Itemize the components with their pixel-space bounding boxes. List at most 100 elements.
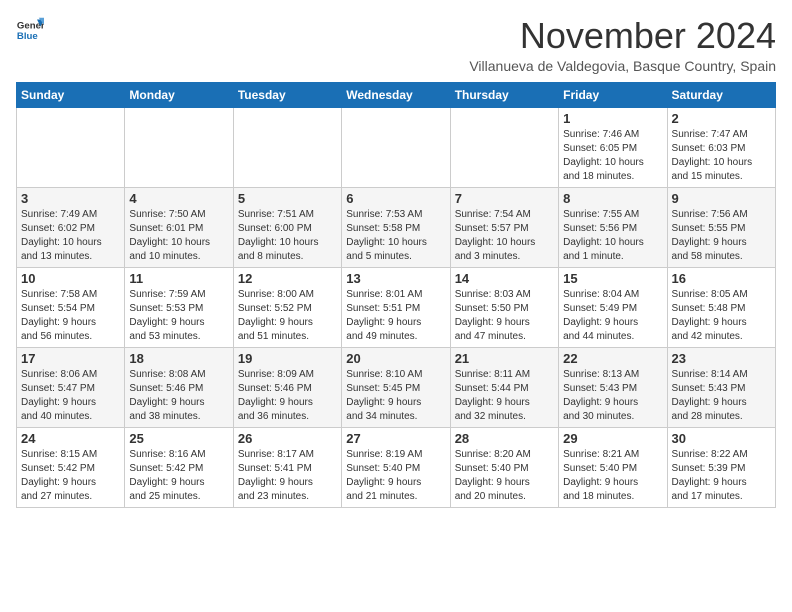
day-cell	[342, 107, 450, 187]
day-number: 10	[21, 271, 120, 286]
day-cell	[17, 107, 125, 187]
day-cell: 5 Sunrise: 7:51 AMSunset: 6:00 PMDaylight…	[233, 187, 341, 267]
day-number: 6	[346, 191, 445, 206]
day-info: Sunrise: 8:20 AMSunset: 5:40 PMDaylight:…	[455, 448, 554, 504]
day-number: 24	[21, 431, 120, 446]
day-cell: 1Sunrise: 7:46 AMSunset: 6:05 PMDaylight…	[559, 107, 667, 187]
svg-text:Blue: Blue	[17, 31, 38, 42]
day-number: 23	[672, 351, 771, 366]
page-header: General Blue November 2024 Villanueva de…	[16, 16, 776, 74]
day-info: Sunrise: 7:59 AMSunset: 5:53 PMDaylight:…	[129, 288, 228, 344]
day-number: 13	[346, 271, 445, 286]
day-number: 20	[346, 351, 445, 366]
weekday-friday: Friday	[559, 82, 667, 107]
day-cell: 8Sunrise: 7:55 AMSunset: 5:56 PMDaylight…	[559, 187, 667, 267]
week-row-4: 17 Sunrise: 8:06 AMSunset: 5:47 PMDayligh…	[17, 347, 776, 427]
day-number: 19	[238, 351, 337, 366]
day-number: 3	[21, 191, 120, 206]
day-number: 9	[672, 191, 771, 206]
day-cell: 23 Sunrise: 8:14 AMSunset: 5:43 PMDayligh…	[667, 347, 775, 427]
day-info: Sunrise: 8:01 AMSunset: 5:51 PMDaylight:…	[346, 288, 445, 344]
day-info: Sunrise: 7:56 AMSunset: 5:55 PMDaylight:…	[672, 208, 771, 264]
day-info: Sunrise: 8:19 AMSunset: 5:40 PMDaylight:…	[346, 448, 445, 504]
day-info: Sunrise: 7:47 AMSunset: 6:03 PMDaylight:…	[672, 128, 771, 184]
day-cell: 15 Sunrise: 8:04 AMSunset: 5:49 PMDayligh…	[559, 267, 667, 347]
day-info: Sunrise: 8:04 AMSunset: 5:49 PMDaylight:…	[563, 288, 662, 344]
day-cell	[450, 107, 558, 187]
day-number: 29	[563, 431, 662, 446]
day-number: 15	[563, 271, 662, 286]
day-info: Sunrise: 8:05 AMSunset: 5:48 PMDaylight:…	[672, 288, 771, 344]
day-number: 4	[129, 191, 228, 206]
month-title: November 2024	[469, 16, 776, 56]
day-cell: 9 Sunrise: 7:56 AMSunset: 5:55 PMDaylight…	[667, 187, 775, 267]
day-cell: 22 Sunrise: 8:13 AMSunset: 5:43 PMDayligh…	[559, 347, 667, 427]
day-info: Sunrise: 8:13 AMSunset: 5:43 PMDaylight:…	[563, 368, 662, 424]
week-row-5: 24 Sunrise: 8:15 AMSunset: 5:42 PMDayligh…	[17, 427, 776, 507]
day-info: Sunrise: 8:09 AMSunset: 5:46 PMDaylight:…	[238, 368, 337, 424]
day-cell: 6 Sunrise: 7:53 AMSunset: 5:58 PMDaylight…	[342, 187, 450, 267]
day-cell: 17 Sunrise: 8:06 AMSunset: 5:47 PMDayligh…	[17, 347, 125, 427]
day-number: 21	[455, 351, 554, 366]
calendar-body: 1Sunrise: 7:46 AMSunset: 6:05 PMDaylight…	[17, 107, 776, 507]
day-cell: 30Sunrise: 8:22 AMSunset: 5:39 PMDayligh…	[667, 427, 775, 507]
day-cell: 21Sunrise: 8:11 AMSunset: 5:44 PMDayligh…	[450, 347, 558, 427]
day-info: Sunrise: 8:03 AMSunset: 5:50 PMDaylight:…	[455, 288, 554, 344]
day-info: Sunrise: 8:00 AMSunset: 5:52 PMDaylight:…	[238, 288, 337, 344]
day-info: Sunrise: 7:49 AMSunset: 6:02 PMDaylight:…	[21, 208, 120, 264]
day-cell: 12 Sunrise: 8:00 AMSunset: 5:52 PMDayligh…	[233, 267, 341, 347]
day-cell: 29Sunrise: 8:21 AMSunset: 5:40 PMDayligh…	[559, 427, 667, 507]
day-number: 27	[346, 431, 445, 446]
day-info: Sunrise: 7:51 AMSunset: 6:00 PMDaylight:…	[238, 208, 337, 264]
day-cell: 4 Sunrise: 7:50 AMSunset: 6:01 PMDaylight…	[125, 187, 233, 267]
day-number: 1	[563, 111, 662, 126]
day-info: Sunrise: 8:14 AMSunset: 5:43 PMDaylight:…	[672, 368, 771, 424]
day-cell: 24 Sunrise: 8:15 AMSunset: 5:42 PMDayligh…	[17, 427, 125, 507]
weekday-header-row: SundayMondayTuesdayWednesdayThursdayFrid…	[17, 82, 776, 107]
day-cell	[233, 107, 341, 187]
week-row-1: 1Sunrise: 7:46 AMSunset: 6:05 PMDaylight…	[17, 107, 776, 187]
day-number: 14	[455, 271, 554, 286]
day-number: 17	[21, 351, 120, 366]
day-number: 22	[563, 351, 662, 366]
day-number: 18	[129, 351, 228, 366]
day-info: Sunrise: 8:22 AMSunset: 5:39 PMDaylight:…	[672, 448, 771, 504]
day-cell: 18Sunrise: 8:08 AMSunset: 5:46 PMDayligh…	[125, 347, 233, 427]
day-info: Sunrise: 8:15 AMSunset: 5:42 PMDaylight:…	[21, 448, 120, 504]
day-cell: 14 Sunrise: 8:03 AMSunset: 5:50 PMDayligh…	[450, 267, 558, 347]
day-cell: 26 Sunrise: 8:17 AMSunset: 5:41 PMDayligh…	[233, 427, 341, 507]
weekday-wednesday: Wednesday	[342, 82, 450, 107]
day-number: 26	[238, 431, 337, 446]
day-cell: 10 Sunrise: 7:58 AMSunset: 5:54 PMDayligh…	[17, 267, 125, 347]
day-cell: 3 Sunrise: 7:49 AMSunset: 6:02 PMDaylight…	[17, 187, 125, 267]
weekday-sunday: Sunday	[17, 82, 125, 107]
weekday-monday: Monday	[125, 82, 233, 107]
day-cell: 7 Sunrise: 7:54 AMSunset: 5:57 PMDaylight…	[450, 187, 558, 267]
day-cell: 20Sunrise: 8:10 AMSunset: 5:45 PMDayligh…	[342, 347, 450, 427]
location-subtitle: Villanueva de Valdegovia, Basque Country…	[469, 58, 776, 74]
day-info: Sunrise: 8:06 AMSunset: 5:47 PMDaylight:…	[21, 368, 120, 424]
day-number: 8	[563, 191, 662, 206]
day-number: 28	[455, 431, 554, 446]
weekday-thursday: Thursday	[450, 82, 558, 107]
day-cell: 13 Sunrise: 8:01 AMSunset: 5:51 PMDayligh…	[342, 267, 450, 347]
day-number: 12	[238, 271, 337, 286]
day-cell: 19 Sunrise: 8:09 AMSunset: 5:46 PMDayligh…	[233, 347, 341, 427]
week-row-3: 10 Sunrise: 7:58 AMSunset: 5:54 PMDayligh…	[17, 267, 776, 347]
day-cell: 2Sunrise: 7:47 AMSunset: 6:03 PMDaylight…	[667, 107, 775, 187]
logo-icon: General Blue	[16, 16, 44, 44]
day-cell: 27 Sunrise: 8:19 AMSunset: 5:40 PMDayligh…	[342, 427, 450, 507]
day-number: 25	[129, 431, 228, 446]
day-info: Sunrise: 8:17 AMSunset: 5:41 PMDaylight:…	[238, 448, 337, 504]
day-cell: 28 Sunrise: 8:20 AMSunset: 5:40 PMDayligh…	[450, 427, 558, 507]
day-number: 16	[672, 271, 771, 286]
day-info: Sunrise: 7:53 AMSunset: 5:58 PMDaylight:…	[346, 208, 445, 264]
day-cell: 16 Sunrise: 8:05 AMSunset: 5:48 PMDayligh…	[667, 267, 775, 347]
week-row-2: 3 Sunrise: 7:49 AMSunset: 6:02 PMDaylight…	[17, 187, 776, 267]
day-number: 7	[455, 191, 554, 206]
day-info: Sunrise: 7:50 AMSunset: 6:01 PMDaylight:…	[129, 208, 228, 264]
logo: General Blue	[16, 16, 44, 44]
day-info: Sunrise: 7:58 AMSunset: 5:54 PMDaylight:…	[21, 288, 120, 344]
day-number: 5	[238, 191, 337, 206]
day-info: Sunrise: 7:54 AMSunset: 5:57 PMDaylight:…	[455, 208, 554, 264]
